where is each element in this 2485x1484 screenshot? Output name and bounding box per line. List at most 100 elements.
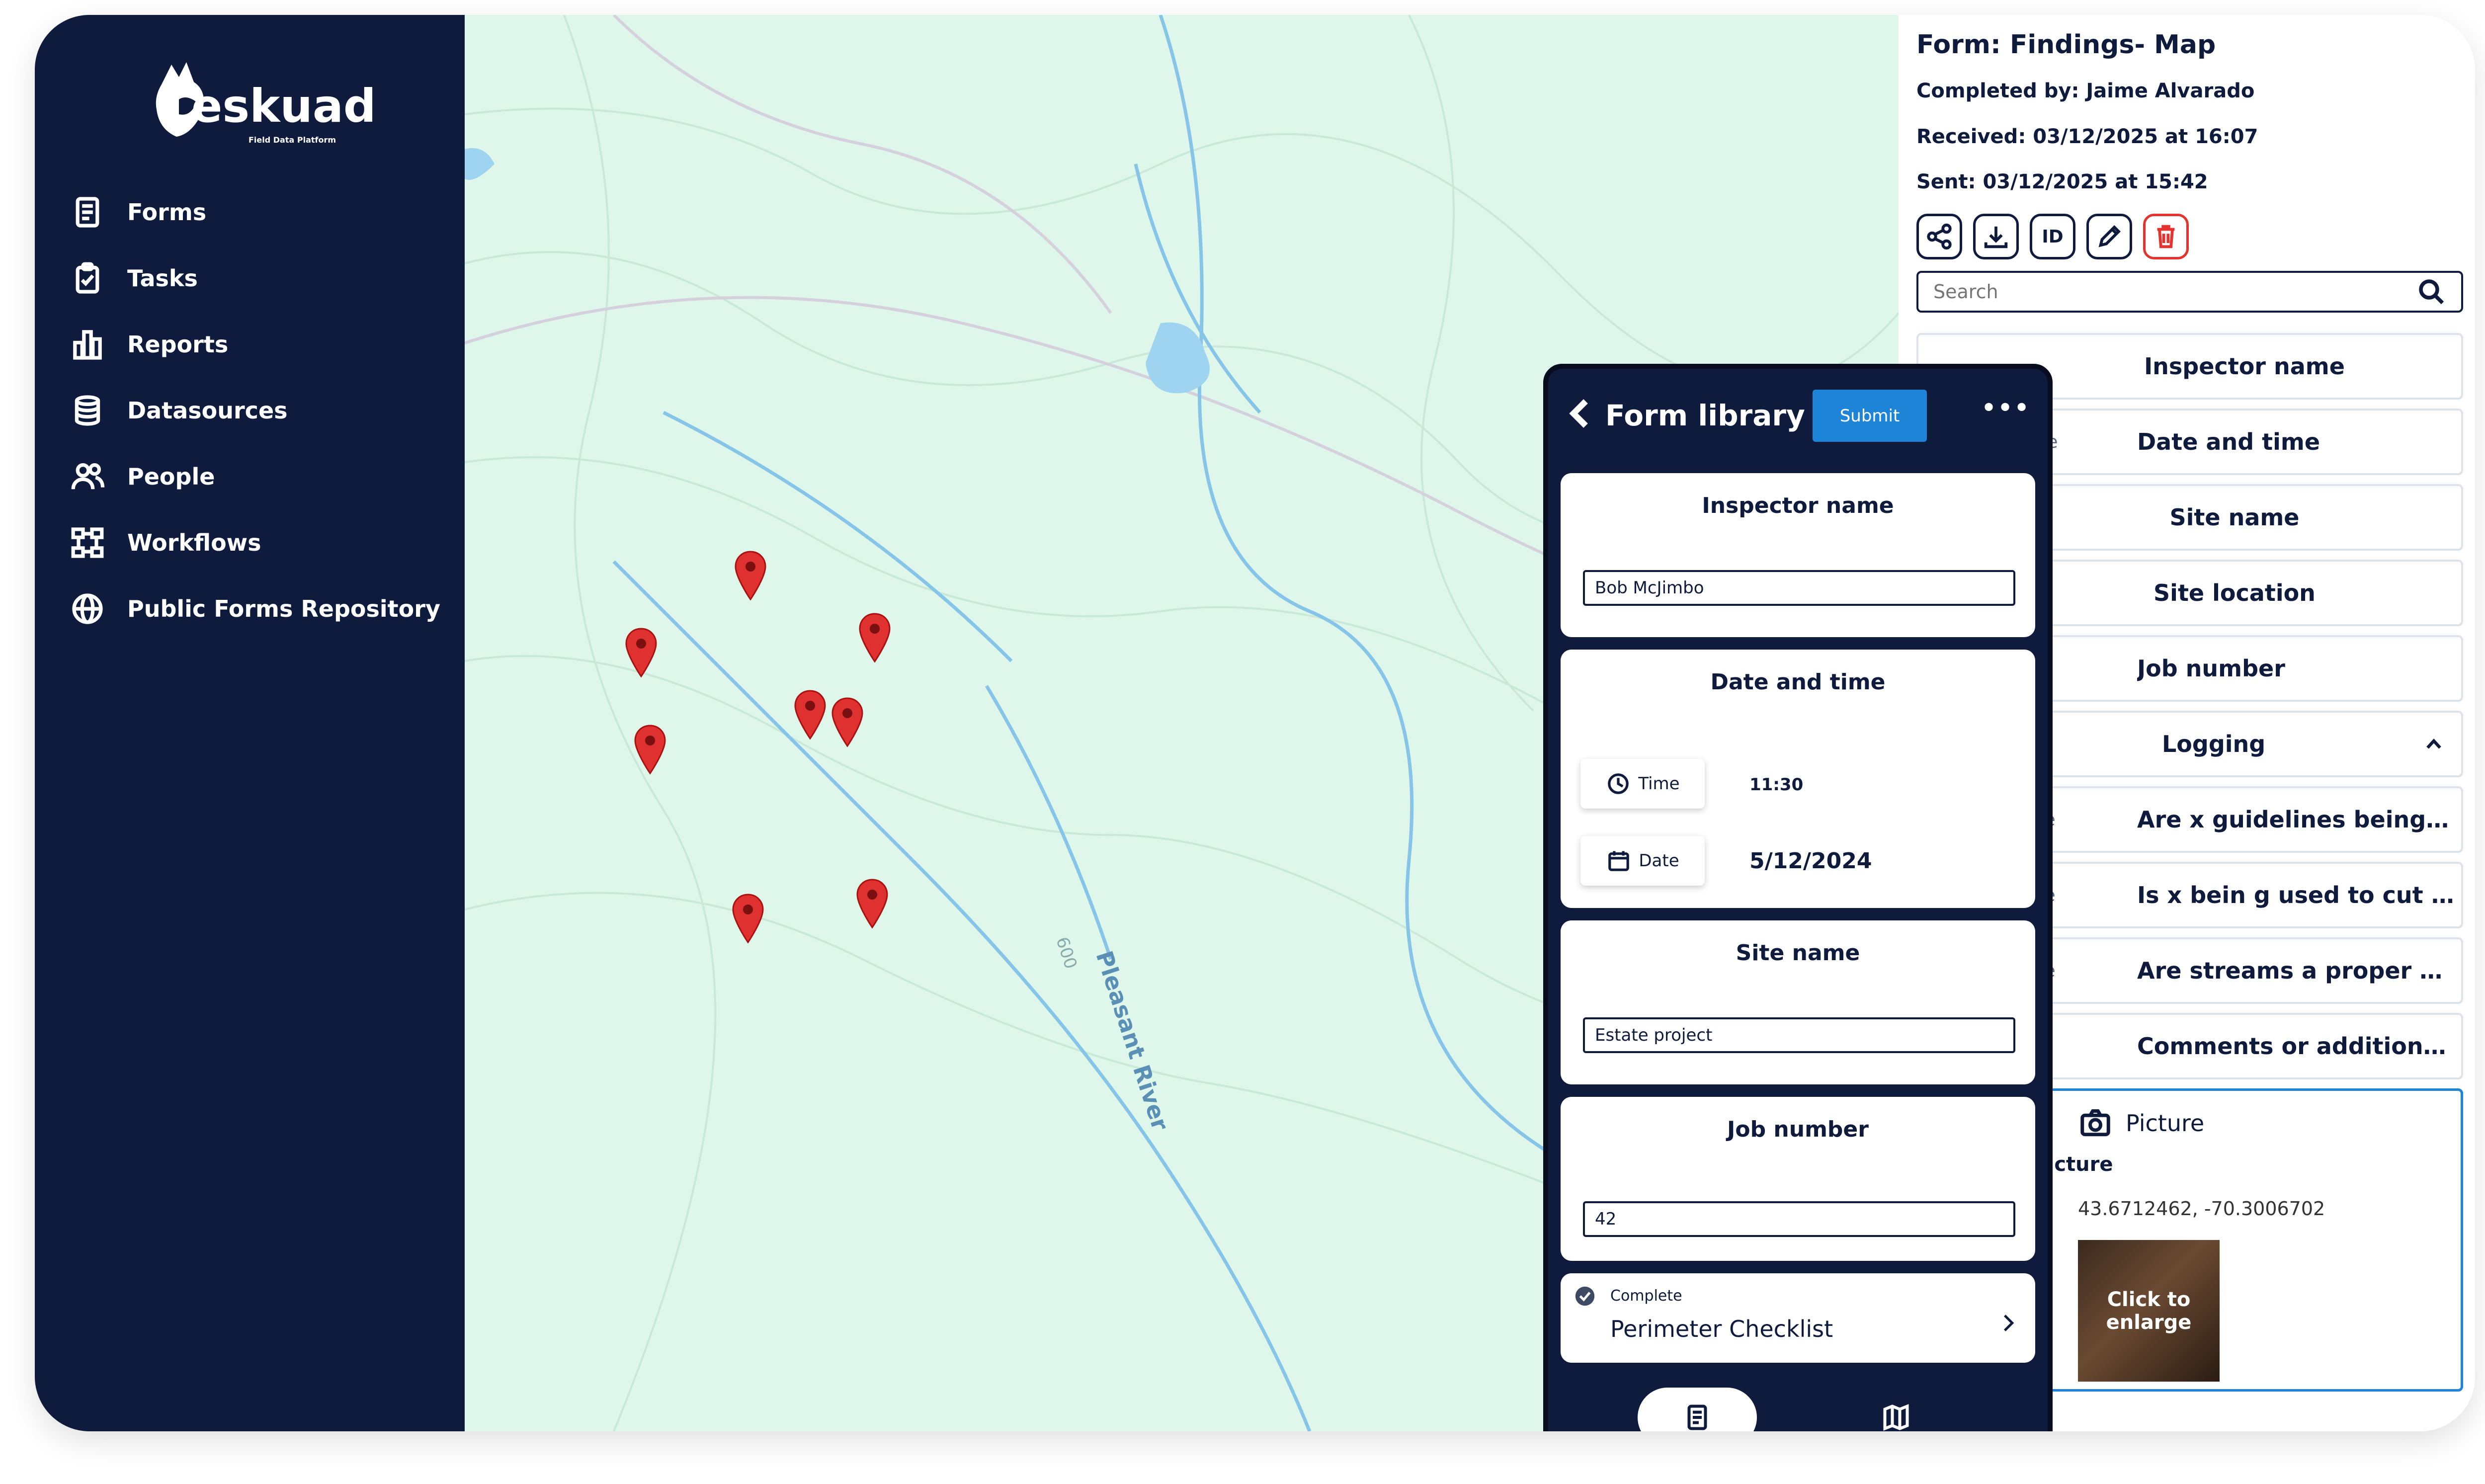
thumbnail-caption: Click to enlarge bbox=[2106, 1288, 2192, 1334]
eskuad-logo[interactable]: eskuad Field Data Platform bbox=[152, 50, 376, 149]
time-button[interactable]: Time bbox=[1580, 759, 1705, 809]
action-toolbar: ID bbox=[1916, 214, 2189, 259]
date-time-card: Date and time Time 11:30 Date 5/12/2024 bbox=[1561, 650, 2035, 908]
download-icon bbox=[1984, 226, 2008, 248]
checklist-status: Complete bbox=[1610, 1287, 1682, 1305]
sidebar-item-datasources[interactable]: Datasources bbox=[70, 377, 440, 443]
sidebar-item-workflows[interactable]: Workflows bbox=[70, 509, 440, 576]
form-title: Form: Findings- Map bbox=[1916, 30, 2216, 60]
share-button[interactable] bbox=[1916, 214, 1962, 259]
brand-name: eskuad bbox=[191, 80, 376, 133]
clock-icon bbox=[1608, 773, 1629, 794]
sidebar-item-people[interactable]: People bbox=[70, 443, 440, 509]
sidebar-item-public-forms-repository[interactable]: Public Forms Repository bbox=[70, 576, 440, 642]
edit-button[interactable] bbox=[2086, 214, 2132, 259]
map-tab[interactable] bbox=[1866, 1388, 1926, 1431]
date-button[interactable]: Date bbox=[1580, 836, 1705, 886]
sidebar: eskuad Field Data Platform Forms Tasks R… bbox=[35, 15, 465, 1431]
bar-chart-icon bbox=[70, 327, 105, 362]
received-at: Received: 03/12/2025 at 16:07 bbox=[1916, 125, 2258, 148]
search-bar bbox=[1916, 271, 2463, 313]
job-number-card: Job number bbox=[1561, 1097, 2035, 1261]
map-pin-icon[interactable] bbox=[633, 724, 667, 775]
time-value: 11:30 bbox=[1749, 775, 1804, 795]
sidebar-item-label: Public Forms Repository bbox=[127, 595, 440, 622]
card-label: Date and time bbox=[1710, 669, 1886, 695]
checklist-card[interactable]: Complete Perimeter Checklist bbox=[1561, 1273, 2035, 1363]
question-name: Are x guidelines being m... bbox=[2137, 806, 2455, 833]
edit-icon bbox=[2098, 225, 2121, 247]
sent-at: Sent: 03/12/2025 at 15:42 bbox=[1916, 170, 2208, 193]
sidebar-item-reports[interactable]: Reports bbox=[70, 311, 440, 377]
search-icon[interactable] bbox=[2416, 277, 2446, 307]
sidebar-item-label: Tasks bbox=[127, 264, 198, 292]
sidebar-nav: Forms Tasks Reports Datasources People W… bbox=[70, 179, 440, 642]
site-name-card: Site name bbox=[1561, 920, 2035, 1084]
site-name-input[interactable] bbox=[1583, 1017, 2015, 1053]
card-label: Inspector name bbox=[1702, 493, 1894, 518]
chevron-right-icon bbox=[2003, 1315, 2014, 1331]
more-options-icon[interactable]: ••• bbox=[1981, 395, 2030, 428]
picture-type: Picture bbox=[2078, 1106, 2204, 1141]
picture-thumbnail[interactable]: Click to enlarge bbox=[2078, 1240, 2220, 1382]
check-circle-icon bbox=[1575, 1286, 1595, 1306]
job-number-input[interactable] bbox=[1583, 1201, 2015, 1237]
question-name: Are streams a proper dist... bbox=[2137, 957, 2455, 984]
sidebar-item-label: Reports bbox=[127, 330, 229, 358]
time-label: Time bbox=[1638, 774, 1680, 794]
map-pin-icon[interactable] bbox=[734, 550, 767, 601]
question-name: Date and time bbox=[2137, 428, 2320, 455]
clipboard-check-icon bbox=[70, 260, 105, 296]
map-pin-icon[interactable] bbox=[855, 878, 889, 929]
question-name: Is x bein g used to cut tre... bbox=[2137, 882, 2455, 908]
mobile-bottom-nav bbox=[1548, 1375, 2048, 1431]
map-pin-icon[interactable] bbox=[830, 696, 864, 748]
sidebar-item-label: Datasources bbox=[127, 397, 288, 424]
brand-tagline: Field Data Platform bbox=[248, 135, 336, 145]
date-value: 5/12/2024 bbox=[1749, 848, 1872, 874]
database-icon bbox=[70, 393, 105, 428]
search-input[interactable] bbox=[1933, 281, 2416, 303]
map-pin-icon[interactable] bbox=[858, 612, 892, 663]
map-river-label: Pleasant River bbox=[1091, 948, 1174, 1134]
calendar-icon bbox=[1608, 851, 1630, 871]
picture-type-label: Picture bbox=[2126, 1110, 2205, 1137]
mobile-title: Form library bbox=[1605, 399, 1805, 432]
map-contour-label: 600 bbox=[1052, 934, 1080, 971]
card-label: Site name bbox=[1736, 940, 1860, 966]
id-button[interactable]: ID bbox=[2030, 214, 2075, 259]
sidebar-item-label: People bbox=[127, 463, 215, 490]
question-name: Job number bbox=[2137, 655, 2285, 682]
back-icon[interactable] bbox=[1563, 396, 1598, 431]
map-icon bbox=[1883, 1404, 1909, 1431]
people-icon bbox=[70, 459, 105, 495]
card-label: Job number bbox=[1727, 1117, 1869, 1142]
date-label: Date bbox=[1639, 851, 1679, 871]
inspector-name-card: Inspector name bbox=[1561, 473, 2035, 637]
delete-button[interactable] bbox=[2143, 214, 2189, 259]
inspector-name-input[interactable] bbox=[1583, 570, 2015, 606]
trash-icon bbox=[2157, 225, 2175, 248]
globe-icon bbox=[70, 591, 105, 627]
completed-by: Completed by: Jaime Alvarado bbox=[1916, 80, 2255, 102]
workflow-icon bbox=[70, 525, 105, 561]
sidebar-item-forms[interactable]: Forms bbox=[70, 179, 440, 245]
id-label: ID bbox=[2042, 226, 2064, 247]
forms-tab[interactable] bbox=[1638, 1388, 1757, 1431]
share-icon bbox=[1927, 223, 1952, 250]
app-window: eskuad Field Data Platform Forms Tasks R… bbox=[35, 15, 2475, 1431]
form-icon bbox=[70, 194, 105, 230]
map-pin-icon[interactable] bbox=[793, 689, 827, 741]
sidebar-item-label: Forms bbox=[127, 198, 207, 226]
submit-button[interactable]: Submit bbox=[1813, 390, 1927, 442]
chevron-up-icon[interactable] bbox=[2421, 732, 2446, 756]
sidebar-item-tasks[interactable]: Tasks bbox=[70, 245, 440, 311]
question-name: Logging bbox=[2162, 731, 2266, 757]
mobile-header: Form library Submit ••• bbox=[1548, 369, 2048, 468]
checklist-name: Perimeter Checklist bbox=[1610, 1316, 1833, 1342]
question-name: Comments or additional i... bbox=[2137, 1033, 2455, 1060]
map-pin-icon[interactable] bbox=[731, 893, 765, 944]
download-button[interactable] bbox=[1973, 214, 2019, 259]
camera-icon bbox=[2080, 1109, 2110, 1137]
map-pin-icon[interactable] bbox=[624, 627, 658, 678]
